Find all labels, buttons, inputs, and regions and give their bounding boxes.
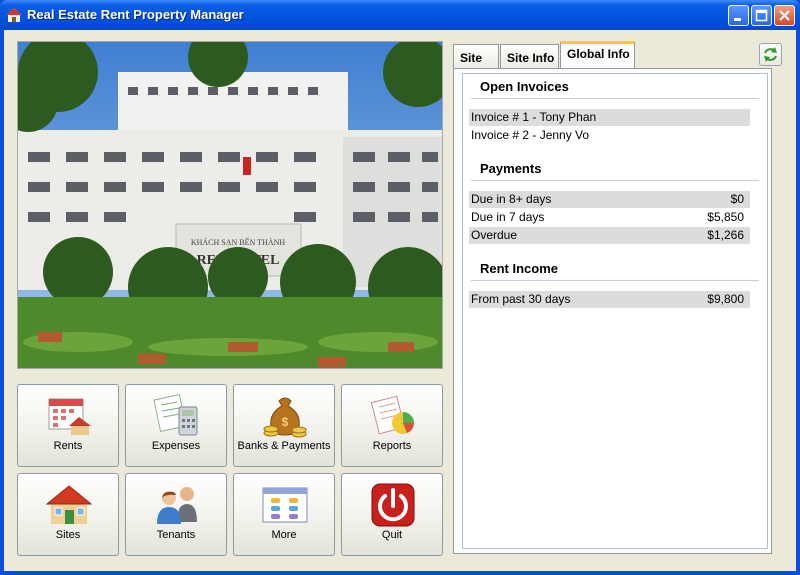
minimize-button[interactable]	[728, 5, 749, 26]
tab-site[interactable]: Site	[453, 44, 499, 68]
sites-button[interactable]: Sites	[17, 473, 119, 556]
invoice-row[interactable]: Invoice # 1 - Tony Phan	[469, 109, 750, 126]
minimize-icon	[734, 18, 741, 21]
house-icon	[45, 485, 93, 524]
income-row: From past 30 days $9,800	[469, 291, 750, 308]
report-chart-icon	[370, 395, 414, 435]
payment-row: Overdue $1,266	[469, 227, 750, 244]
invoice-label: Invoice # 2 - Jenny Vo	[471, 128, 590, 142]
payment-value: $0	[730, 192, 744, 206]
banks-payments-button[interactable]: $ Banks & Payments	[233, 384, 335, 467]
people-icon	[157, 487, 197, 524]
window-title: Real Estate Rent Property Manager	[27, 7, 244, 22]
tab-site-info[interactable]: Site Info	[500, 44, 559, 68]
quit-button[interactable]: Quit	[341, 473, 443, 556]
more-label: More	[271, 529, 297, 541]
maximize-button[interactable]	[751, 5, 772, 26]
sites-label: Sites	[55, 529, 81, 541]
close-button[interactable]	[774, 5, 795, 26]
quit-label: Quit	[381, 529, 403, 541]
section-divider	[471, 280, 759, 281]
income-value: $9,800	[707, 292, 744, 306]
svg-text:$: $	[282, 415, 289, 429]
open-invoices-heading: Open Invoices	[480, 79, 569, 94]
tab-global-info[interactable]: Global Info	[560, 41, 635, 68]
receipt-calculator-icon	[153, 394, 198, 436]
global-info-content: Open Invoices Invoice # 1 - Tony Phan In…	[462, 73, 768, 549]
refresh-button[interactable]	[759, 43, 782, 66]
payment-value: $1,266	[707, 228, 744, 242]
power-icon	[371, 483, 415, 527]
rents-label: Rents	[53, 440, 83, 452]
tab-site-info-label: Site Info	[507, 51, 555, 65]
rent-income-heading: Rent Income	[480, 261, 559, 276]
money-bag-icon: $	[263, 397, 307, 438]
hotel-sign-line1: KHÁCH SẠN BẾN THÀNH	[191, 237, 286, 247]
invoice-label: Invoice # 1 - Tony Phan	[471, 110, 597, 124]
payment-value: $5,850	[707, 210, 744, 224]
banks-payments-label: Banks & Payments	[237, 440, 331, 452]
house-app-icon	[6, 8, 22, 22]
client-area: KHÁCH SẠN BẾN THÀNH REX HOTEL	[4, 30, 796, 571]
rents-button[interactable]: Rents	[17, 384, 119, 467]
payment-row: Due in 7 days $5,850	[469, 209, 750, 226]
app-window: Real Estate Rent Property Manager KHÁCH …	[0, 0, 800, 575]
expenses-label: Expenses	[151, 440, 201, 452]
tab-global-info-label: Global Info	[567, 47, 630, 61]
close-icon	[779, 10, 790, 21]
tab-site-label: Site	[460, 51, 483, 65]
expenses-button[interactable]: Expenses	[125, 384, 227, 467]
payment-label: Due in 7 days	[471, 210, 545, 224]
payment-row: Due in 8+ days $0	[469, 191, 750, 208]
global-info-panel: Open Invoices Invoice # 1 - Tony Phan In…	[453, 68, 772, 554]
income-label: From past 30 days	[471, 292, 571, 306]
title-bar[interactable]: Real Estate Rent Property Manager	[0, 0, 800, 30]
reports-label: Reports	[372, 440, 412, 452]
reports-button[interactable]: Reports	[341, 384, 443, 467]
section-divider	[471, 98, 759, 99]
payment-label: Due in 8+ days	[471, 192, 552, 206]
refresh-icon	[764, 47, 777, 62]
section-divider	[471, 180, 759, 181]
window-list-icon	[262, 487, 308, 523]
invoice-row[interactable]: Invoice # 2 - Jenny Vo	[469, 127, 750, 144]
tenants-label: Tenants	[156, 529, 196, 541]
more-button[interactable]: More	[233, 473, 335, 556]
maximize-icon	[755, 9, 768, 22]
property-photo: KHÁCH SẠN BẾN THÀNH REX HOTEL	[17, 41, 443, 369]
payment-label: Overdue	[471, 228, 518, 242]
payments-heading: Payments	[480, 161, 542, 176]
calendar-house-icon	[48, 398, 91, 435]
tenants-button[interactable]: Tenants	[125, 473, 227, 556]
